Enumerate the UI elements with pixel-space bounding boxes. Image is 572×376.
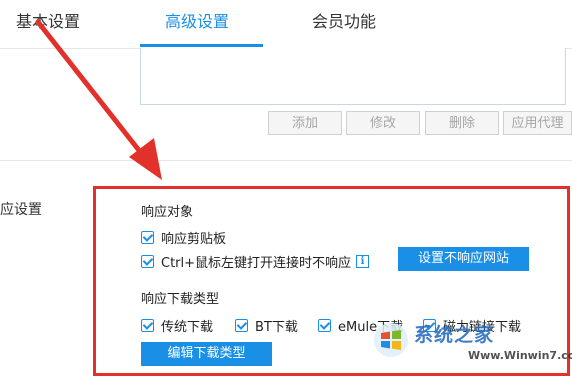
windows-logo: [374, 323, 408, 357]
watermark-url: Www.Winwin7.com: [468, 349, 572, 362]
watermark-name: 系统之家: [414, 324, 495, 346]
annotation-arrow: [35, 19, 162, 180]
